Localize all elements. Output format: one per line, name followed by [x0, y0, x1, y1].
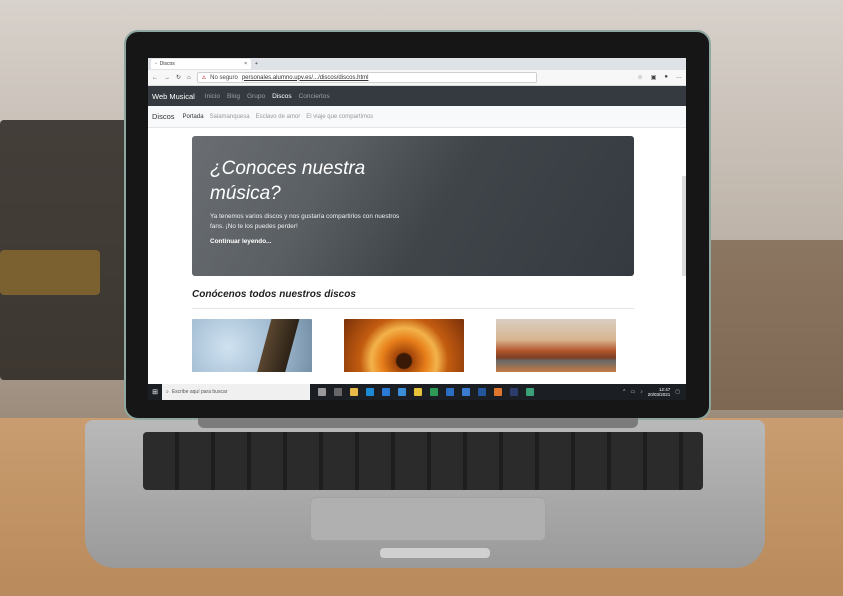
- taskbar-search-placeholder: Escribe aquí para buscar: [171, 389, 228, 395]
- tab-title: Discos: [159, 61, 175, 67]
- laptop-keyboard: [143, 432, 703, 490]
- site-brand[interactable]: Web Musical: [152, 92, 195, 101]
- app-icon-2[interactable]: [526, 388, 534, 396]
- network-icon[interactable]: ▭: [631, 389, 636, 395]
- notifications-icon[interactable]: ▢: [675, 389, 680, 395]
- address-bar[interactable]: ⚠ No seguro personales.alumno.upv.es/...…: [196, 72, 537, 83]
- cortana-icon[interactable]: [318, 388, 326, 396]
- photos-icon[interactable]: [462, 388, 470, 396]
- page-icon: ▫: [155, 61, 157, 67]
- url-text: personales.alumno.upv.es/.../discos/disc…: [241, 74, 369, 81]
- subnav-el-viaje[interactable]: El viaje que compartimos: [306, 114, 373, 120]
- volume-icon[interactable]: ♪: [640, 389, 643, 395]
- nav-inicio[interactable]: Inicio: [205, 93, 220, 100]
- page-content: ¿Conoces nuestra música? Ya tenemos vari…: [148, 128, 686, 372]
- subnav-esclavo-de-amor[interactable]: Esclavo de amor: [256, 114, 301, 120]
- subnav-portada[interactable]: Portada: [183, 114, 204, 120]
- new-tab-icon[interactable]: +: [255, 61, 258, 67]
- divider: [192, 308, 634, 309]
- discos-subnav: Discos Portada Salamanquesa Esclavo de a…: [148, 106, 686, 128]
- word-icon[interactable]: [478, 388, 486, 396]
- close-icon[interactable]: ×: [244, 61, 247, 67]
- album-image-waterfront[interactable]: [496, 319, 616, 372]
- nav-blog[interactable]: Blog: [227, 93, 240, 100]
- nav-grupo[interactable]: Grupo: [247, 93, 265, 100]
- subnav-brand[interactable]: Discos: [152, 112, 175, 121]
- subnav-salamanquesa[interactable]: Salamanquesa: [210, 114, 250, 120]
- scrollbar[interactable]: [682, 176, 686, 276]
- laptop-front-notch: [380, 548, 490, 558]
- laptop-screen: ▫ Discos × + ← → ↻ ⌂ ⚠ No seguro persona…: [148, 58, 686, 400]
- site-navbar: Web Musical Inicio Blog Grupo Discos Con…: [148, 86, 686, 106]
- continue-reading-link[interactable]: Continuar leyendo...: [210, 238, 616, 245]
- home-icon[interactable]: ⌂: [187, 75, 191, 81]
- illustrator-icon[interactable]: [494, 388, 502, 396]
- photoshop-icon[interactable]: [510, 388, 518, 396]
- collections-icon[interactable]: ▣: [651, 74, 657, 81]
- laptop-hinge: [198, 418, 638, 428]
- edge-icon[interactable]: [366, 388, 374, 396]
- search-icon: ⌕: [166, 389, 169, 395]
- chevron-up-icon[interactable]: ^: [623, 389, 625, 395]
- mail-icon[interactable]: [446, 388, 454, 396]
- task-view-icon[interactable]: [334, 388, 342, 396]
- album-image-tree[interactable]: [192, 319, 312, 372]
- store-icon[interactable]: [382, 388, 390, 396]
- folder-icon[interactable]: [414, 388, 422, 396]
- hero-title: ¿Conoces nuestra música?: [210, 158, 366, 204]
- security-label: No seguro: [210, 74, 238, 81]
- nav-conciertos[interactable]: Conciertos: [299, 93, 330, 100]
- favorites-star-icon[interactable]: ☆: [637, 74, 642, 81]
- taskbar-apps: [318, 388, 534, 396]
- browser-tab[interactable]: ▫ Discos ×: [151, 59, 251, 69]
- clock[interactable]: 12:47 20/03/2021: [648, 387, 671, 397]
- warning-icon: ⚠: [201, 74, 207, 81]
- system-tray: ^ ▭ ♪ 12:47 20/03/2021 ▢: [623, 387, 686, 397]
- more-menu-icon[interactable]: …: [676, 74, 682, 81]
- windows-taskbar: ⊞ ⌕ Escribe aquí para buscar ^ ▭ ♪ 12:47…: [148, 384, 686, 400]
- refresh-icon[interactable]: ↻: [176, 74, 181, 81]
- background-brass-detail: [0, 250, 100, 295]
- address-bar-row: ← → ↻ ⌂ ⚠ No seguro personales.alumno.up…: [148, 70, 686, 86]
- nav-discos[interactable]: Discos: [272, 93, 292, 100]
- back-icon[interactable]: ←: [152, 75, 158, 81]
- section-title: Conócenos todos nuestros discos: [192, 289, 356, 300]
- browser-tab-bar: ▫ Discos × +: [148, 58, 686, 70]
- hero-jumbotron: ¿Conoces nuestra música? Ya tenemos vari…: [192, 136, 634, 276]
- windows-start-icon[interactable]: ⊞: [148, 388, 162, 396]
- profile-avatar-icon[interactable]: ●: [664, 74, 668, 81]
- file-explorer-icon[interactable]: [350, 388, 358, 396]
- dropbox-icon[interactable]: [398, 388, 406, 396]
- hero-text: Ya tenemos varios discos y nos gustaría …: [210, 213, 400, 230]
- background-shelf: [700, 240, 843, 410]
- forward-icon[interactable]: →: [164, 75, 170, 81]
- laptop-trackpad[interactable]: [310, 497, 546, 541]
- clock-date: 20/03/2021: [647, 392, 671, 397]
- app-icon[interactable]: [430, 388, 438, 396]
- taskbar-search[interactable]: ⌕ Escribe aquí para buscar: [162, 384, 310, 400]
- album-grid: [192, 319, 686, 372]
- album-image-spiral-stairs[interactable]: [344, 319, 464, 372]
